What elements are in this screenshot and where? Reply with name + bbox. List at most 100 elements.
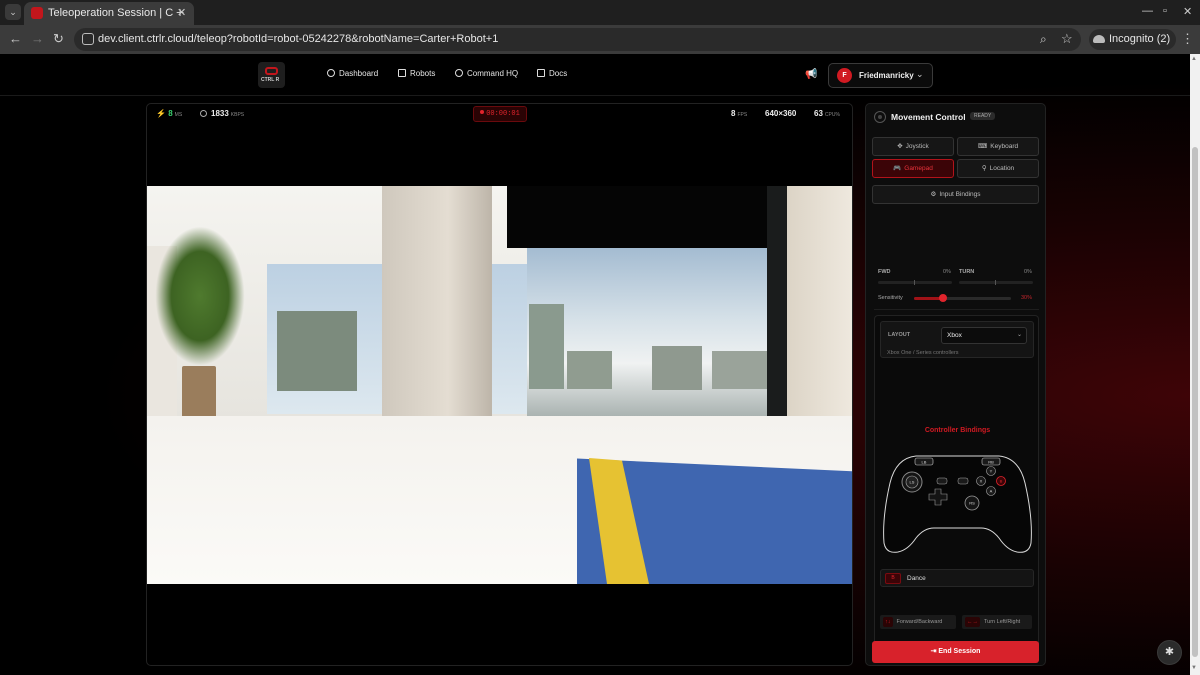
back-arrow-icon[interactable]: ← <box>9 31 22 46</box>
controller-bindings-title: Controller Bindings <box>924 427 991 434</box>
hint-label: Forward/Backward <box>896 619 943 625</box>
video-panel: ⚡ 8 MS 1833 KBPS 00:00:01 8 FPS 640×360 63 C… <box>146 103 853 666</box>
announcements-icon[interactable]: 📢 <box>805 69 817 80</box>
sensitivity-label: Sensitivity <box>878 295 903 301</box>
divider <box>874 309 1039 310</box>
mode-gamepad-button[interactable]: 🎮 Gamepad <box>872 159 954 178</box>
cpu-unit: CPU% <box>824 112 840 118</box>
lb-label: LB <box>922 460 927 465</box>
fps-stat: 8 FPS <box>731 109 747 118</box>
end-session-label: End Session <box>938 648 981 655</box>
logo-mark-icon <box>265 67 278 75</box>
menu-button[interactable] <box>957 477 969 485</box>
url-text[interactable]: dev.client.ctrlr.cloud/teleop?robotId=ro… <box>98 33 498 45</box>
controller-outline <box>883 455 1032 553</box>
hint-forward-backward: ↑↓ Forward/Backward <box>880 615 956 629</box>
nav-dashboard[interactable]: Dashboard <box>327 69 378 78</box>
feed-plant-pot <box>182 366 216 421</box>
username: Friedmanricky <box>859 71 914 80</box>
turn-label: TURN <box>959 269 975 275</box>
page-scrollbar[interactable]: ▲ ▼ <box>1190 54 1200 675</box>
layout-selected-value: Xbox <box>947 332 962 339</box>
hint-label: Turn Left/Right <box>984 619 1021 625</box>
browser-toolbar: ← → ↻ dev.client.ctrlr.cloud/teleop?robo… <box>0 25 1200 54</box>
sensitivity-slider[interactable] <box>914 294 1011 302</box>
feed-plant <box>155 226 245 366</box>
browser-tabbar: ⌄ Teleoperation Session | C ✕ + — ▫ ✕ <box>0 0 1200 25</box>
fps-value: 8 <box>731 109 736 118</box>
scroll-thumb[interactable] <box>1192 147 1198 657</box>
fwd-label: FWD <box>878 269 891 275</box>
browser-tab[interactable]: Teleoperation Session | C ✕ <box>24 2 194 25</box>
feed-building <box>652 346 702 390</box>
chevron-down-icon: ⌄ <box>916 69 924 79</box>
resolution-stat: 640×360 <box>765 109 797 118</box>
layout-select[interactable]: Xbox ⌄ <box>941 327 1027 344</box>
move-icon: ✥ <box>897 143 903 150</box>
browser-menu-icon[interactable]: ⋮ <box>1181 31 1194 47</box>
nav-command-hq[interactable]: Command HQ <box>455 69 518 78</box>
fwd-axis-bar <box>878 280 952 285</box>
mode-location-button[interactable]: ⚲ Location <box>957 159 1039 178</box>
controller-diagram: LB RB LS Y X B A RS <box>883 455 1032 553</box>
mode-keyboard-button[interactable]: ⌨ Keyboard <box>957 137 1039 156</box>
b-label: B <box>1000 479 1003 484</box>
a-label: A <box>990 489 993 494</box>
scroll-up-icon[interactable]: ▲ <box>1191 56 1197 62</box>
window-close-icon[interactable]: ✕ <box>1183 5 1192 18</box>
zoom-icon[interactable]: ⌕ <box>1040 32 1047 47</box>
recording-timer: 00:00:01 <box>473 106 527 122</box>
gauge-icon <box>200 110 207 117</box>
app-logo[interactable]: CTRL R <box>258 62 285 88</box>
turn-value: 0% <box>1024 269 1032 275</box>
reload-icon[interactable]: ↻ <box>53 31 64 47</box>
bolt-icon: ⚡ <box>156 109 166 118</box>
incognito-icon <box>1093 35 1105 44</box>
tab-title: Teleoperation Session | C <box>48 7 173 19</box>
input-bindings-button[interactable]: ⚙ Input Bindings <box>872 185 1039 204</box>
nav-robots[interactable]: Robots <box>398 69 435 78</box>
sensitivity-value: 30% <box>1021 295 1033 301</box>
bitrate-stat: 1833 KBPS <box>200 109 244 118</box>
rs-label: RS <box>969 501 975 506</box>
debug-bug-icon[interactable]: ✱ <box>1157 640 1182 665</box>
mode-gamepad-label: Gamepad <box>904 165 933 172</box>
feed-pillar <box>382 186 492 426</box>
binding-row[interactable]: B Dance <box>880 569 1034 587</box>
mode-joystick-button[interactable]: ✥ Joystick <box>872 137 954 156</box>
panel-title: Movement Control <box>891 112 966 122</box>
mode-location-label: Location <box>989 165 1015 172</box>
site-info-icon[interactable] <box>82 33 94 45</box>
tab-search-button[interactable]: ⌄ <box>5 4 21 20</box>
binding-key: B <box>885 573 901 584</box>
robot-icon <box>398 69 406 77</box>
maximize-icon[interactable]: ▫ <box>1163 5 1167 17</box>
camera-feed <box>147 186 852 584</box>
mode-keyboard-label: Keyboard <box>990 143 1019 150</box>
new-tab-button[interactable]: + <box>176 4 184 20</box>
minimize-icon[interactable]: — <box>1142 5 1153 17</box>
tab-favicon-icon <box>31 7 43 19</box>
logo-text: CTRL R <box>261 77 280 83</box>
user-menu-button[interactable]: F Friedmanricky ⌄ <box>828 63 933 88</box>
binding-action: Dance <box>907 575 926 582</box>
y-label: Y <box>990 469 993 474</box>
sensitivity-knob[interactable] <box>939 294 948 302</box>
docs-icon <box>537 69 545 77</box>
gamepad-icon: 🎮 <box>893 165 902 172</box>
address-bar[interactable]: dev.client.ctrlr.cloud/teleop?robotId=ro… <box>74 28 1081 51</box>
feed-building <box>529 304 564 389</box>
scroll-down-icon[interactable]: ▼ <box>1191 665 1197 671</box>
view-button[interactable] <box>936 477 948 485</box>
nav-docs[interactable]: Docs <box>537 69 567 78</box>
forward-arrow-icon[interactable]: → <box>31 31 44 46</box>
end-session-button[interactable]: ⇥ End Session <box>872 641 1039 663</box>
bookmark-star-icon[interactable]: ☆ <box>1061 31 1073 47</box>
avatar: F <box>837 68 852 83</box>
feed-ceiling-dark <box>507 186 807 248</box>
incognito-badge[interactable]: Incognito (2) <box>1089 29 1177 50</box>
latency-stat: ⚡ 8 MS <box>156 109 182 118</box>
satellite-icon <box>455 69 463 77</box>
hint-key: ↑↓ <box>883 617 893 627</box>
keyboard-icon: ⌨ <box>977 143 988 150</box>
